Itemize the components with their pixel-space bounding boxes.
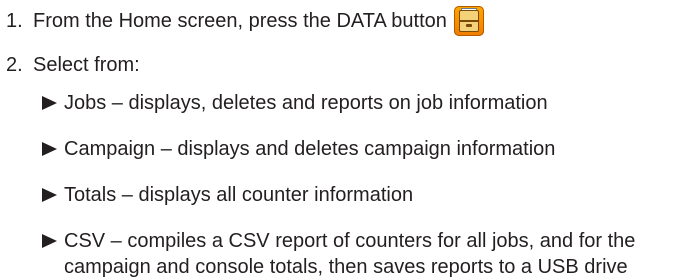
triangle-bullet-icon (42, 234, 57, 248)
triangle-bullet-icon (42, 188, 57, 202)
list-item-jobs: Jobs – displays, deletes and reports on … (42, 90, 694, 136)
drawer-line-icon-part (458, 20, 479, 22)
list-item-campaign: Campaign – displays and deletes campaign… (42, 136, 694, 182)
step-number: 1. (6, 9, 23, 32)
step-text: Select from: (33, 54, 140, 76)
step-2: 2. Select from: (6, 54, 140, 77)
list-item-totals: Totals – displays all counter informatio… (42, 182, 694, 228)
triangle-bullet-icon (42, 96, 57, 110)
step-1: 1. From the Home screen, press the DATA … (6, 6, 484, 36)
drawer-handle-icon-part (465, 24, 472, 27)
option-text: Totals – displays all counter informatio… (64, 184, 414, 206)
step-text: From the Home screen, press the DATA but… (33, 9, 447, 32)
list-item-csv: CSV – compiles a CSV report of counters … (42, 228, 694, 280)
triangle-bullet-icon (42, 142, 57, 156)
option-text: Jobs – displays, deletes and reports on … (64, 92, 548, 114)
option-list: Jobs – displays, deletes and reports on … (42, 90, 694, 280)
option-text: Campaign – displays and deletes campaign… (64, 138, 556, 160)
data-button-icon (453, 6, 484, 36)
option-text: CSV – compiles a CSV report of counters … (64, 230, 636, 278)
step-number: 2. (6, 54, 23, 76)
